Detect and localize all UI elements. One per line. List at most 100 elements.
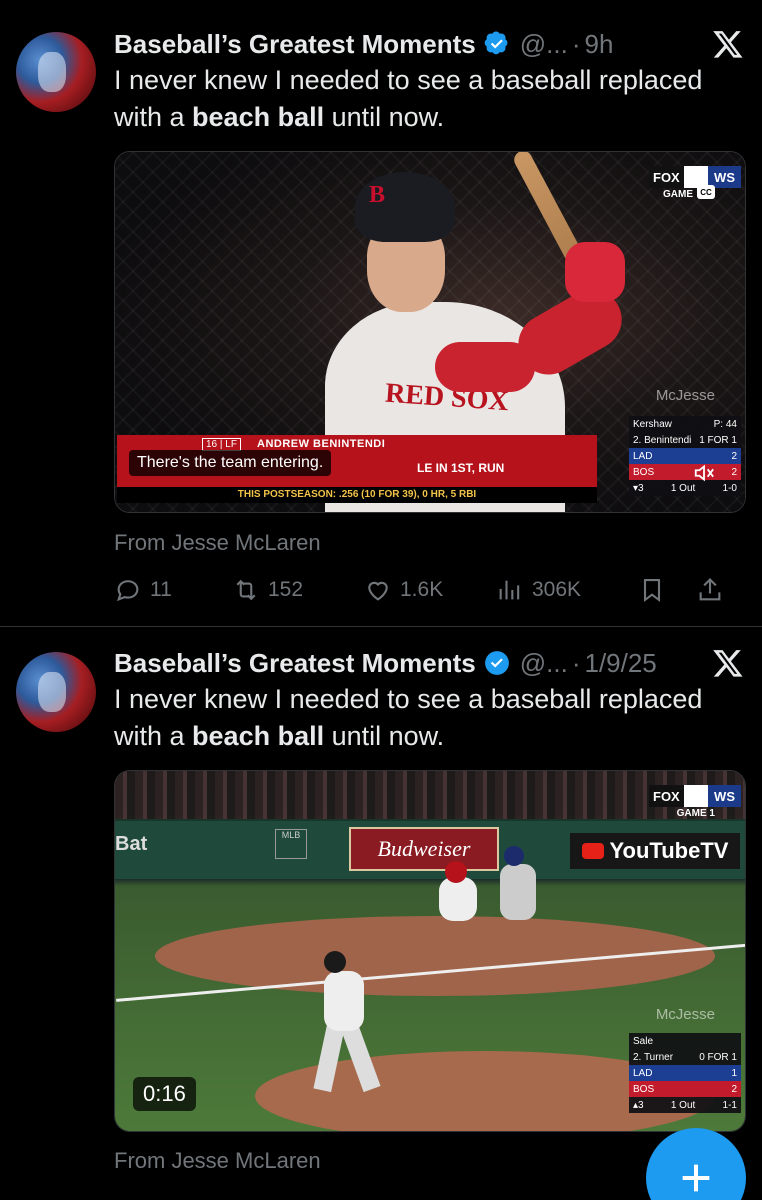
- post-text-part: until now.: [324, 102, 445, 132]
- separator-dot: ·: [571, 28, 581, 59]
- post-time[interactable]: 9h: [584, 29, 613, 60]
- team-score: 1: [731, 1067, 737, 1079]
- scorebug-row: 2. Turner 0 FOR 1: [629, 1049, 741, 1065]
- pitcher-name: Kershaw: [633, 418, 672, 430]
- post[interactable]: Baseball’s Greatest Moments @... · 1/9/2…: [0, 628, 762, 1200]
- attribution[interactable]: From Jesse McLaren: [114, 1148, 321, 1174]
- scorebug-team-row: BOS 2: [629, 1081, 741, 1097]
- postseason-line: THIS POSTSEASON: .256 (10 FOR 39), 0 HR,…: [117, 487, 597, 503]
- scorebug: Kershaw P: 44 2. Benintendi 1 FOR 1 LAD 2 B…: [629, 416, 741, 496]
- video-duration: 0:16: [133, 1077, 196, 1111]
- post-header: Baseball’s Greatest Moments @... · 1/9/2…: [114, 643, 744, 683]
- post-text: I never knew I needed to see a baseball …: [114, 62, 742, 136]
- post-time[interactable]: 1/9/25: [584, 648, 656, 679]
- catcher-body: [439, 877, 477, 921]
- pitcher-leg: [341, 1024, 381, 1093]
- batter-helmet: [504, 846, 524, 866]
- pitcher-cap: [324, 951, 346, 973]
- game-label: GAME: [663, 189, 693, 200]
- scorebug-row: ▴3 1 Out 1-1: [629, 1097, 741, 1113]
- video-player[interactable]: FOX WS GAME CC McJesse 16 | LF ANDREW BE…: [114, 151, 746, 513]
- separator-dot: ·: [571, 647, 581, 678]
- share-button[interactable]: [696, 576, 724, 604]
- reply-count: 11: [150, 578, 172, 601]
- views-button[interactable]: 306K: [496, 576, 638, 604]
- team-score: 2: [731, 450, 737, 462]
- verified-badge-icon: [484, 31, 510, 57]
- author-name[interactable]: Baseball’s Greatest Moments: [114, 648, 476, 679]
- scorebug-row: 2. Benintendi 1 FOR 1: [629, 432, 741, 448]
- team-score: 2: [731, 466, 737, 478]
- pitch-count: P: 44: [713, 418, 737, 430]
- team-name: BOS: [633, 466, 655, 478]
- repost-count: 152: [268, 578, 304, 601]
- action-bar: 11 152 1.6K 306K: [114, 572, 742, 608]
- avatar[interactable]: [16, 652, 96, 732]
- team-score: 2: [731, 1083, 737, 1095]
- post[interactable]: Baseball’s Greatest Moments @... · 9h I …: [0, 0, 762, 627]
- game-label: GAME 1: [676, 808, 715, 819]
- team-name: BOS: [633, 1083, 655, 1095]
- scorebug-row: Sale: [629, 1033, 741, 1049]
- youtube-play-icon: [581, 843, 604, 859]
- bookmark-button[interactable]: [638, 576, 696, 604]
- x-logo-icon[interactable]: [712, 647, 744, 679]
- outs: 1 Out: [670, 482, 696, 494]
- pitcher-name: Sale: [633, 1035, 654, 1047]
- video-player[interactable]: Bat MLB Budweiser YouTubeTV FOX WS GAME …: [114, 770, 746, 1132]
- batter-name: 2. Turner: [633, 1051, 674, 1063]
- sign-mlb: MLB: [275, 829, 307, 859]
- broadcast-logo: FOX WS: [649, 785, 741, 807]
- post-text-part: until now.: [324, 721, 445, 751]
- scorebug-row: ▾3 1 Out 1-0: [629, 480, 741, 496]
- sign-youtube: YouTubeTV: [570, 833, 740, 869]
- batter-line: 0 FOR 1: [699, 1051, 737, 1063]
- reply-button[interactable]: 11: [114, 576, 232, 604]
- batting-glove: [565, 242, 625, 302]
- helmet: [355, 172, 455, 242]
- pitcher-leg: [313, 1024, 345, 1093]
- heart-icon: [368, 581, 388, 601]
- scorebug-team-row: LAD 2: [629, 448, 741, 464]
- batter-figure: [490, 846, 550, 946]
- fox-label: FOX: [649, 166, 684, 188]
- team-name: LAD: [633, 1067, 653, 1079]
- author-handle[interactable]: @...: [520, 648, 568, 679]
- sign-youtube-label: YouTubeTV: [609, 838, 729, 863]
- x-logo-icon[interactable]: [712, 28, 744, 60]
- post-text: I never knew I needed to see a baseball …: [114, 681, 742, 755]
- author-handle[interactable]: @...: [520, 29, 568, 60]
- player-name: ANDREW BENINTENDI: [257, 438, 386, 450]
- like-button[interactable]: 1.6K: [364, 576, 496, 604]
- closed-captions-icon[interactable]: CC: [697, 185, 715, 199]
- scorebug-team-row: LAD 1: [629, 1065, 741, 1081]
- fox-label: FOX: [649, 785, 684, 807]
- batter-body: [500, 864, 536, 920]
- pitcher-figure: [310, 951, 400, 1093]
- post-text-bold: beach ball: [192, 102, 325, 132]
- batter-name: 2. Benintendi: [633, 434, 692, 446]
- watermark: McJesse: [655, 1006, 715, 1023]
- pitcher-body: [324, 971, 364, 1031]
- repost-icon: [236, 579, 256, 601]
- views-count: 306K: [532, 578, 582, 601]
- bookmark-icon: [643, 579, 661, 603]
- sign-bat: Bat: [115, 833, 148, 855]
- scorebug-row: Kershaw P: 44: [629, 416, 741, 432]
- player-stat: LE IN 1ST, RUN: [417, 461, 505, 475]
- plus-icon: [682, 1164, 710, 1192]
- scorebug-team-row: BOS 2: [629, 464, 741, 480]
- count: 1-1: [722, 1099, 737, 1111]
- batter-line: 1 FOR 1: [699, 434, 737, 446]
- views-icon: [499, 580, 520, 600]
- repost-button[interactable]: 152: [232, 576, 364, 604]
- mute-icon[interactable]: [693, 462, 715, 484]
- author-name[interactable]: Baseball’s Greatest Moments: [114, 29, 476, 60]
- post-text-bold: beach ball: [192, 721, 325, 751]
- caption: There's the team entering.: [129, 450, 332, 476]
- avatar[interactable]: [16, 32, 96, 112]
- attribution[interactable]: From Jesse McLaren: [114, 530, 321, 556]
- like-count: 1.6K: [400, 578, 444, 601]
- inning: ▾3: [633, 482, 644, 494]
- reply-icon: [116, 580, 139, 602]
